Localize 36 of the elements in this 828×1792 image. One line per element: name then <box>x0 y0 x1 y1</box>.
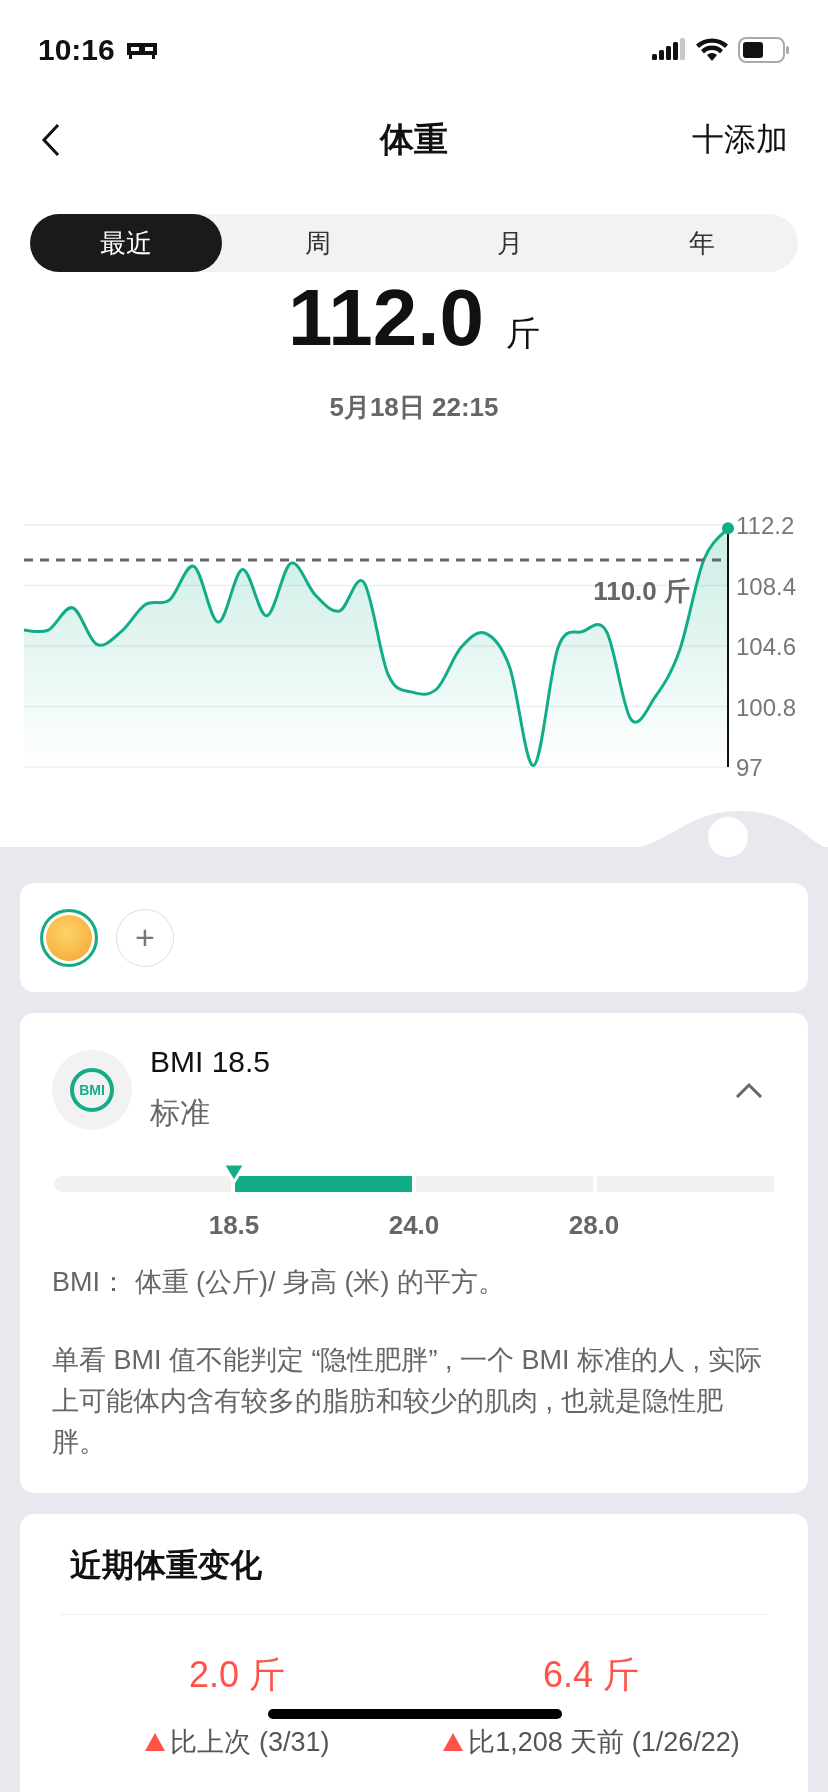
change-value: 6.4 斤 <box>542 1653 639 1697</box>
reading-time: 5月18日 22:15 <box>328 391 500 424</box>
range-tab[interactable]: 月 <box>414 214 606 272</box>
section-title: 近期体重变化 <box>60 1514 768 1615</box>
y-axis-label: 108.4 <box>736 572 797 600</box>
change-label: 比上次 (3/31) <box>170 1726 330 1759</box>
bmi-note: 单看 BMI 值不能判定 “隐性肥胖” , 一个 BMI 标准的人 , 实际上可能体内含有较多的脂肪和较少的肌肉 , 也就是隐性肥胖。 <box>52 1344 763 1459</box>
page-title: 体重 <box>380 119 448 160</box>
gauge-label: 28.0 <box>568 1210 620 1241</box>
weight-value: 112.0 <box>288 278 484 358</box>
avatar[interactable] <box>40 908 98 967</box>
gauge-label: 18.5 <box>208 1210 260 1241</box>
bmi-value: BMI 18.5 <box>150 1045 272 1079</box>
change-value: 2.0 斤 <box>188 1653 285 1697</box>
signal-icon <box>652 38 686 62</box>
current-point[interactable] <box>722 522 734 535</box>
y-axis-label: 97 <box>736 754 763 781</box>
chevron-icon[interactable] <box>734 1080 764 1099</box>
add-button[interactable]: 十添加 <box>692 118 788 162</box>
status-time: 10:16 <box>38 33 115 67</box>
y-axis-label: 112.2 <box>736 512 795 539</box>
range-tab[interactable]: 周 <box>222 214 414 272</box>
weight-unit: 斤 <box>505 313 540 354</box>
range-tab[interactable]: 最近 <box>30 214 222 272</box>
bmi-icon: BMI <box>52 1049 132 1130</box>
target-label: 110.0 斤 <box>593 576 690 607</box>
add-profile-button[interactable]: + <box>116 908 174 967</box>
range-tab[interactable]: 年 <box>606 214 798 272</box>
y-axis-label: 100.8 <box>736 693 797 721</box>
change-label: 比1,208 天前 (1/26/22) <box>468 1726 740 1759</box>
battery-icon <box>738 37 790 63</box>
bmi-status: 标准 <box>150 1095 211 1131</box>
y-axis-label: 104.6 <box>736 633 797 660</box>
bmi-formula: BMI： 体重 (公斤)/ 身高 (米) 的平方。 <box>52 1266 506 1299</box>
wifi-icon <box>696 38 728 62</box>
gauge-label: 24.0 <box>388 1210 440 1241</box>
